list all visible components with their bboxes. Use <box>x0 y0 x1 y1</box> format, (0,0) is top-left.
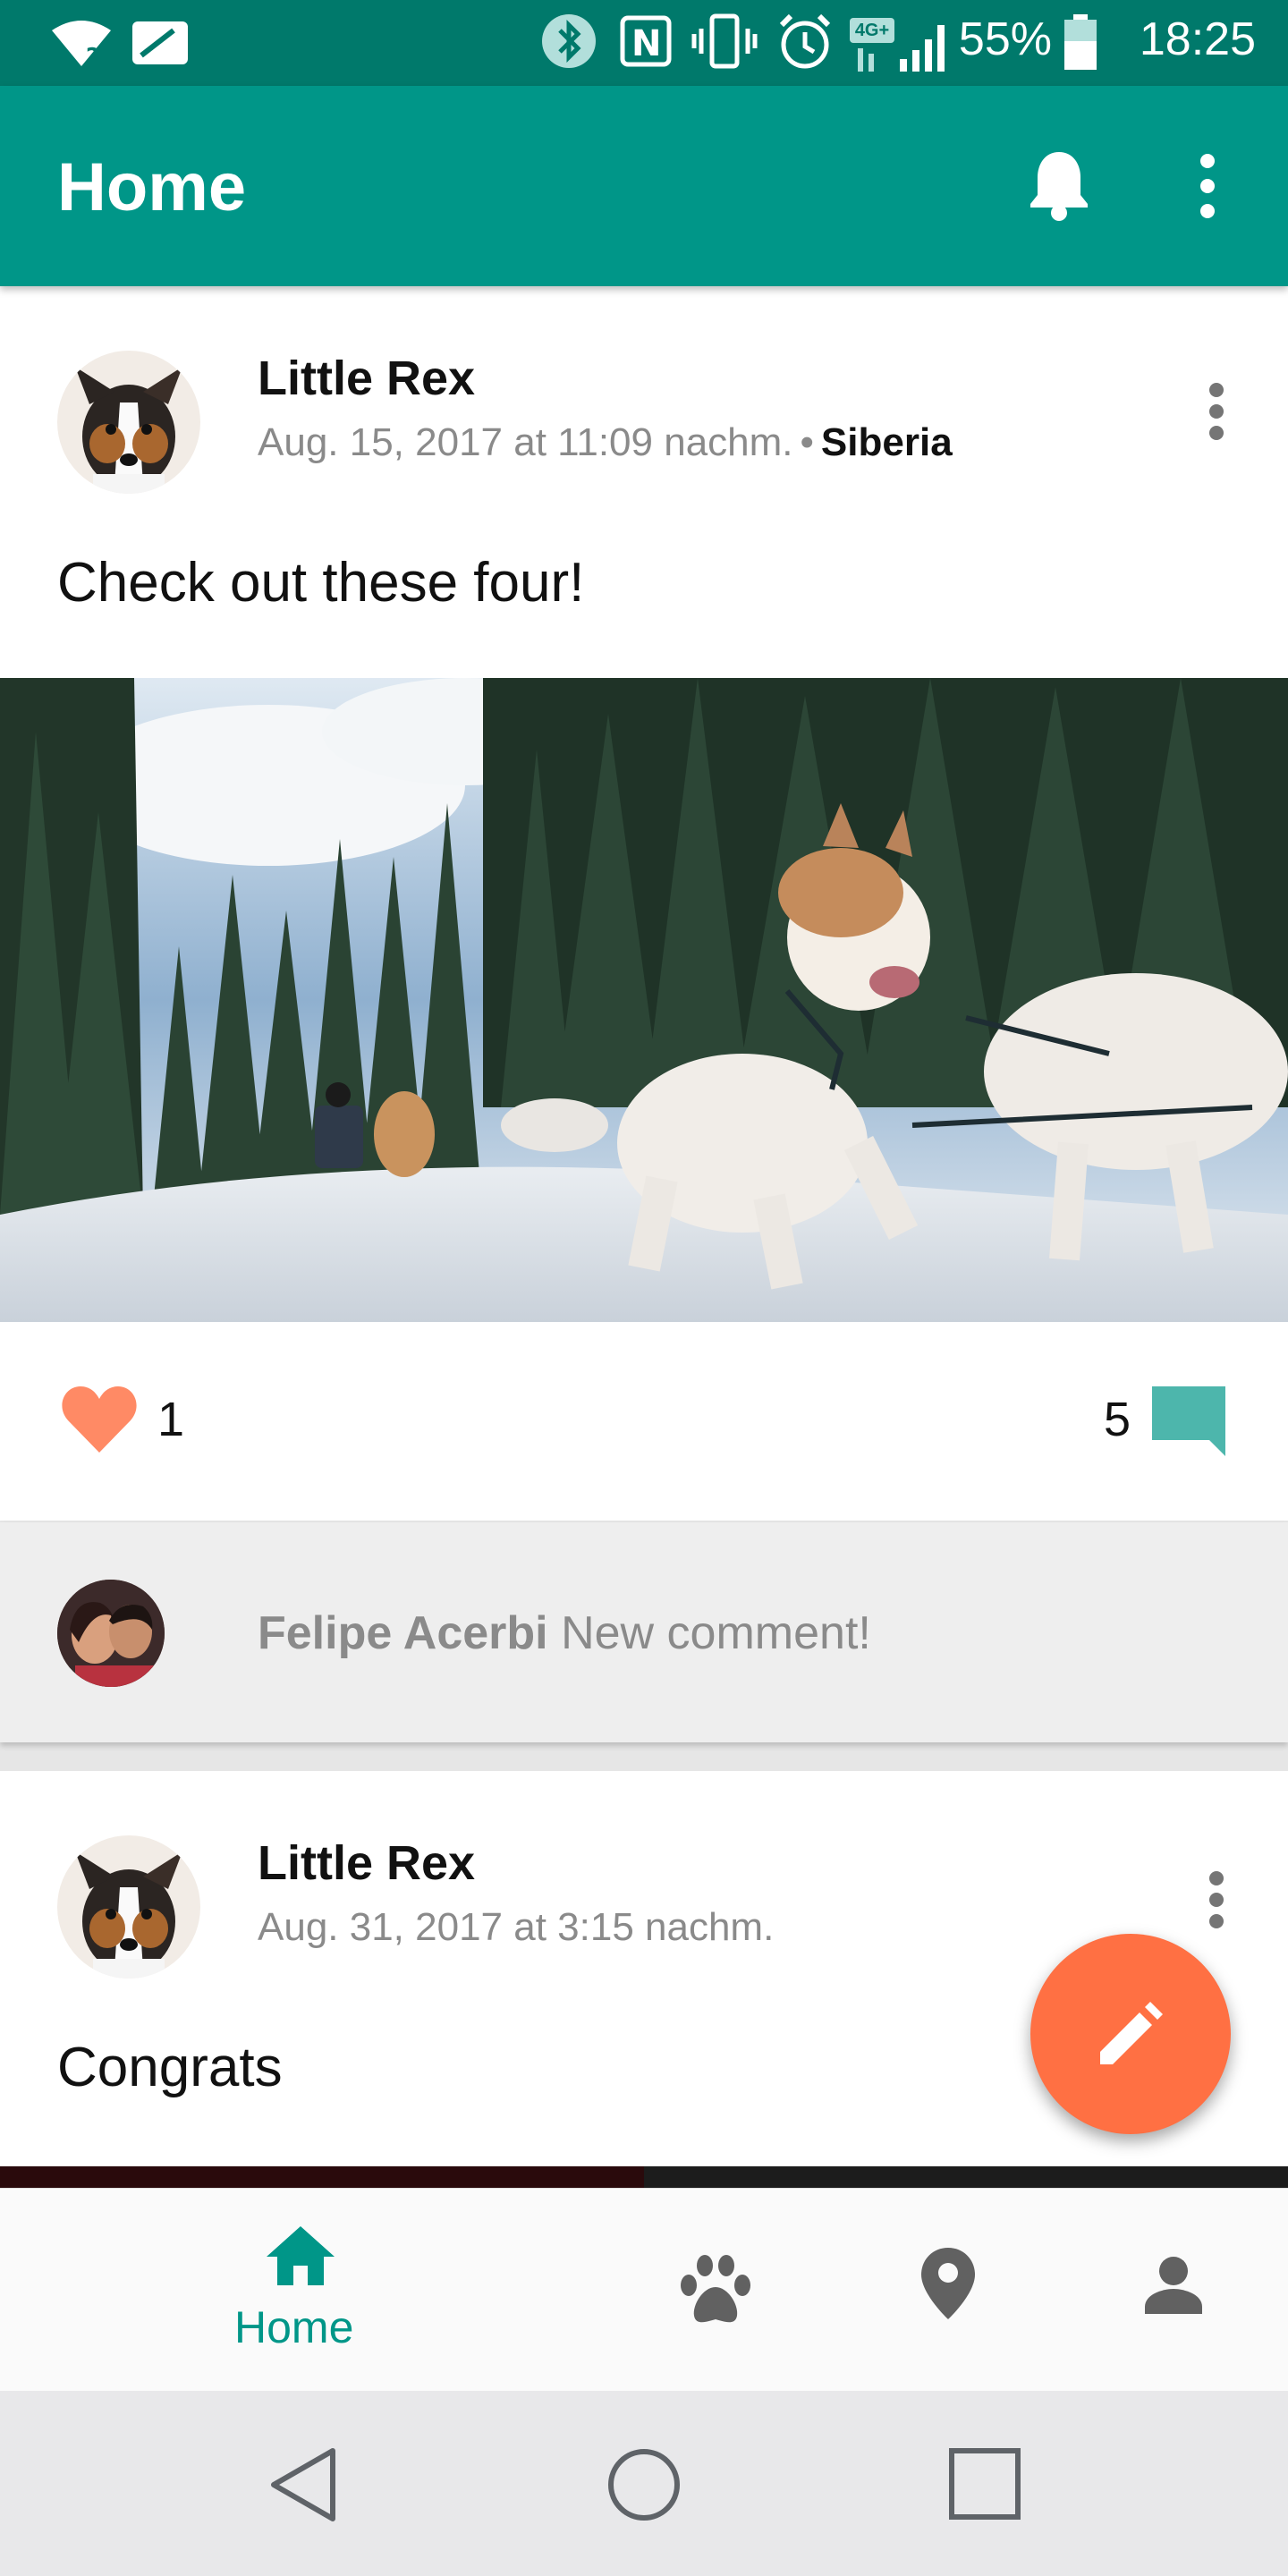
nav-item-pets[interactable] <box>662 2242 769 2341</box>
back-icon[interactable] <box>268 2447 340 2522</box>
nav-item-profile[interactable] <box>1120 2242 1227 2341</box>
comment-icon[interactable] <box>1152 1386 1225 1456</box>
vibrate-icon <box>691 13 758 69</box>
comment-author[interactable]: Felipe Acerbi <box>258 1607 548 1659</box>
signal-icon <box>858 25 945 72</box>
avatar[interactable] <box>57 1835 200 1979</box>
system-navigation-bar <box>0 2390 1288 2576</box>
svg-text:?: ? <box>86 44 99 68</box>
post-author[interactable]: Little Rex <box>258 1835 475 1891</box>
compose-button[interactable] <box>1030 1934 1231 2134</box>
location-pin-icon <box>921 2248 975 2319</box>
post-timestamp: Aug. 31, 2017 at 3:15 nachm. <box>258 1905 775 1949</box>
bottom-navigation: Home <box>0 2188 1288 2391</box>
more-vert-icon[interactable] <box>1190 152 1225 220</box>
post-menu-icon[interactable] <box>1190 383 1243 463</box>
post-location[interactable]: Siberia <box>821 420 953 464</box>
latest-comment[interactable]: Felipe Acerbi New comment! <box>0 1522 1288 1742</box>
post-meta: Aug. 15, 2017 at 11:09 nachm. • Siberia <box>258 420 953 465</box>
paw-icon <box>681 2255 750 2323</box>
post-text: Congrats <box>57 2037 283 2098</box>
wifi-question-icon: ? <box>52 21 111 68</box>
commenter-avatar[interactable] <box>57 1580 165 1687</box>
pencil-icon <box>1100 2002 1163 2064</box>
nfc-icon: N <box>620 15 672 67</box>
home-circle-icon[interactable] <box>606 2447 682 2522</box>
couple-avatar-image <box>57 1580 165 1687</box>
post-text: Check out these four! <box>57 552 585 614</box>
clock: 18:25 <box>1139 13 1256 65</box>
heart-icon[interactable] <box>61 1386 138 1454</box>
bell-icon[interactable] <box>1027 148 1091 222</box>
comment-text: Felipe Acerbi New comment! <box>258 1606 871 1660</box>
recents-icon[interactable] <box>948 2447 1021 2521</box>
battery-percent: 55% <box>958 13 1052 65</box>
bluetooth-icon <box>542 14 596 68</box>
nav-item-places[interactable] <box>894 2242 1002 2341</box>
like-count: 1 <box>157 1393 185 1446</box>
svg-text:N: N <box>631 23 661 64</box>
avatar[interactable] <box>57 351 200 494</box>
status-bar: ? N 4G+ 55% 18:25 <box>0 0 1288 86</box>
post-photo[interactable] <box>0 678 1288 1322</box>
no-sim-icon <box>132 21 188 64</box>
home-icon <box>267 2226 335 2285</box>
post-author[interactable]: Little Rex <box>258 351 475 406</box>
battery-icon <box>1064 14 1097 70</box>
post-card: Little Rex Aug. 15, 2017 at 11:09 nachm.… <box>0 286 1288 1521</box>
comment-count: 5 <box>1104 1393 1131 1446</box>
comment-body: New comment! <box>561 1607 871 1659</box>
page-title: Home <box>57 149 247 225</box>
alarm-icon <box>779 13 831 69</box>
dog-avatar-image <box>75 367 182 494</box>
dog-avatar-image <box>75 1852 182 1979</box>
post-timestamp: Aug. 15, 2017 at 11:09 nachm. <box>258 420 793 464</box>
nav-label-home: Home <box>234 2302 354 2352</box>
app-bar: Home <box>0 86 1288 286</box>
post-menu-icon[interactable] <box>1190 1871 1243 1952</box>
meta-separator: • <box>800 420 814 464</box>
person-icon <box>1145 2257 1202 2314</box>
nav-item-home[interactable]: Home <box>197 2189 402 2391</box>
